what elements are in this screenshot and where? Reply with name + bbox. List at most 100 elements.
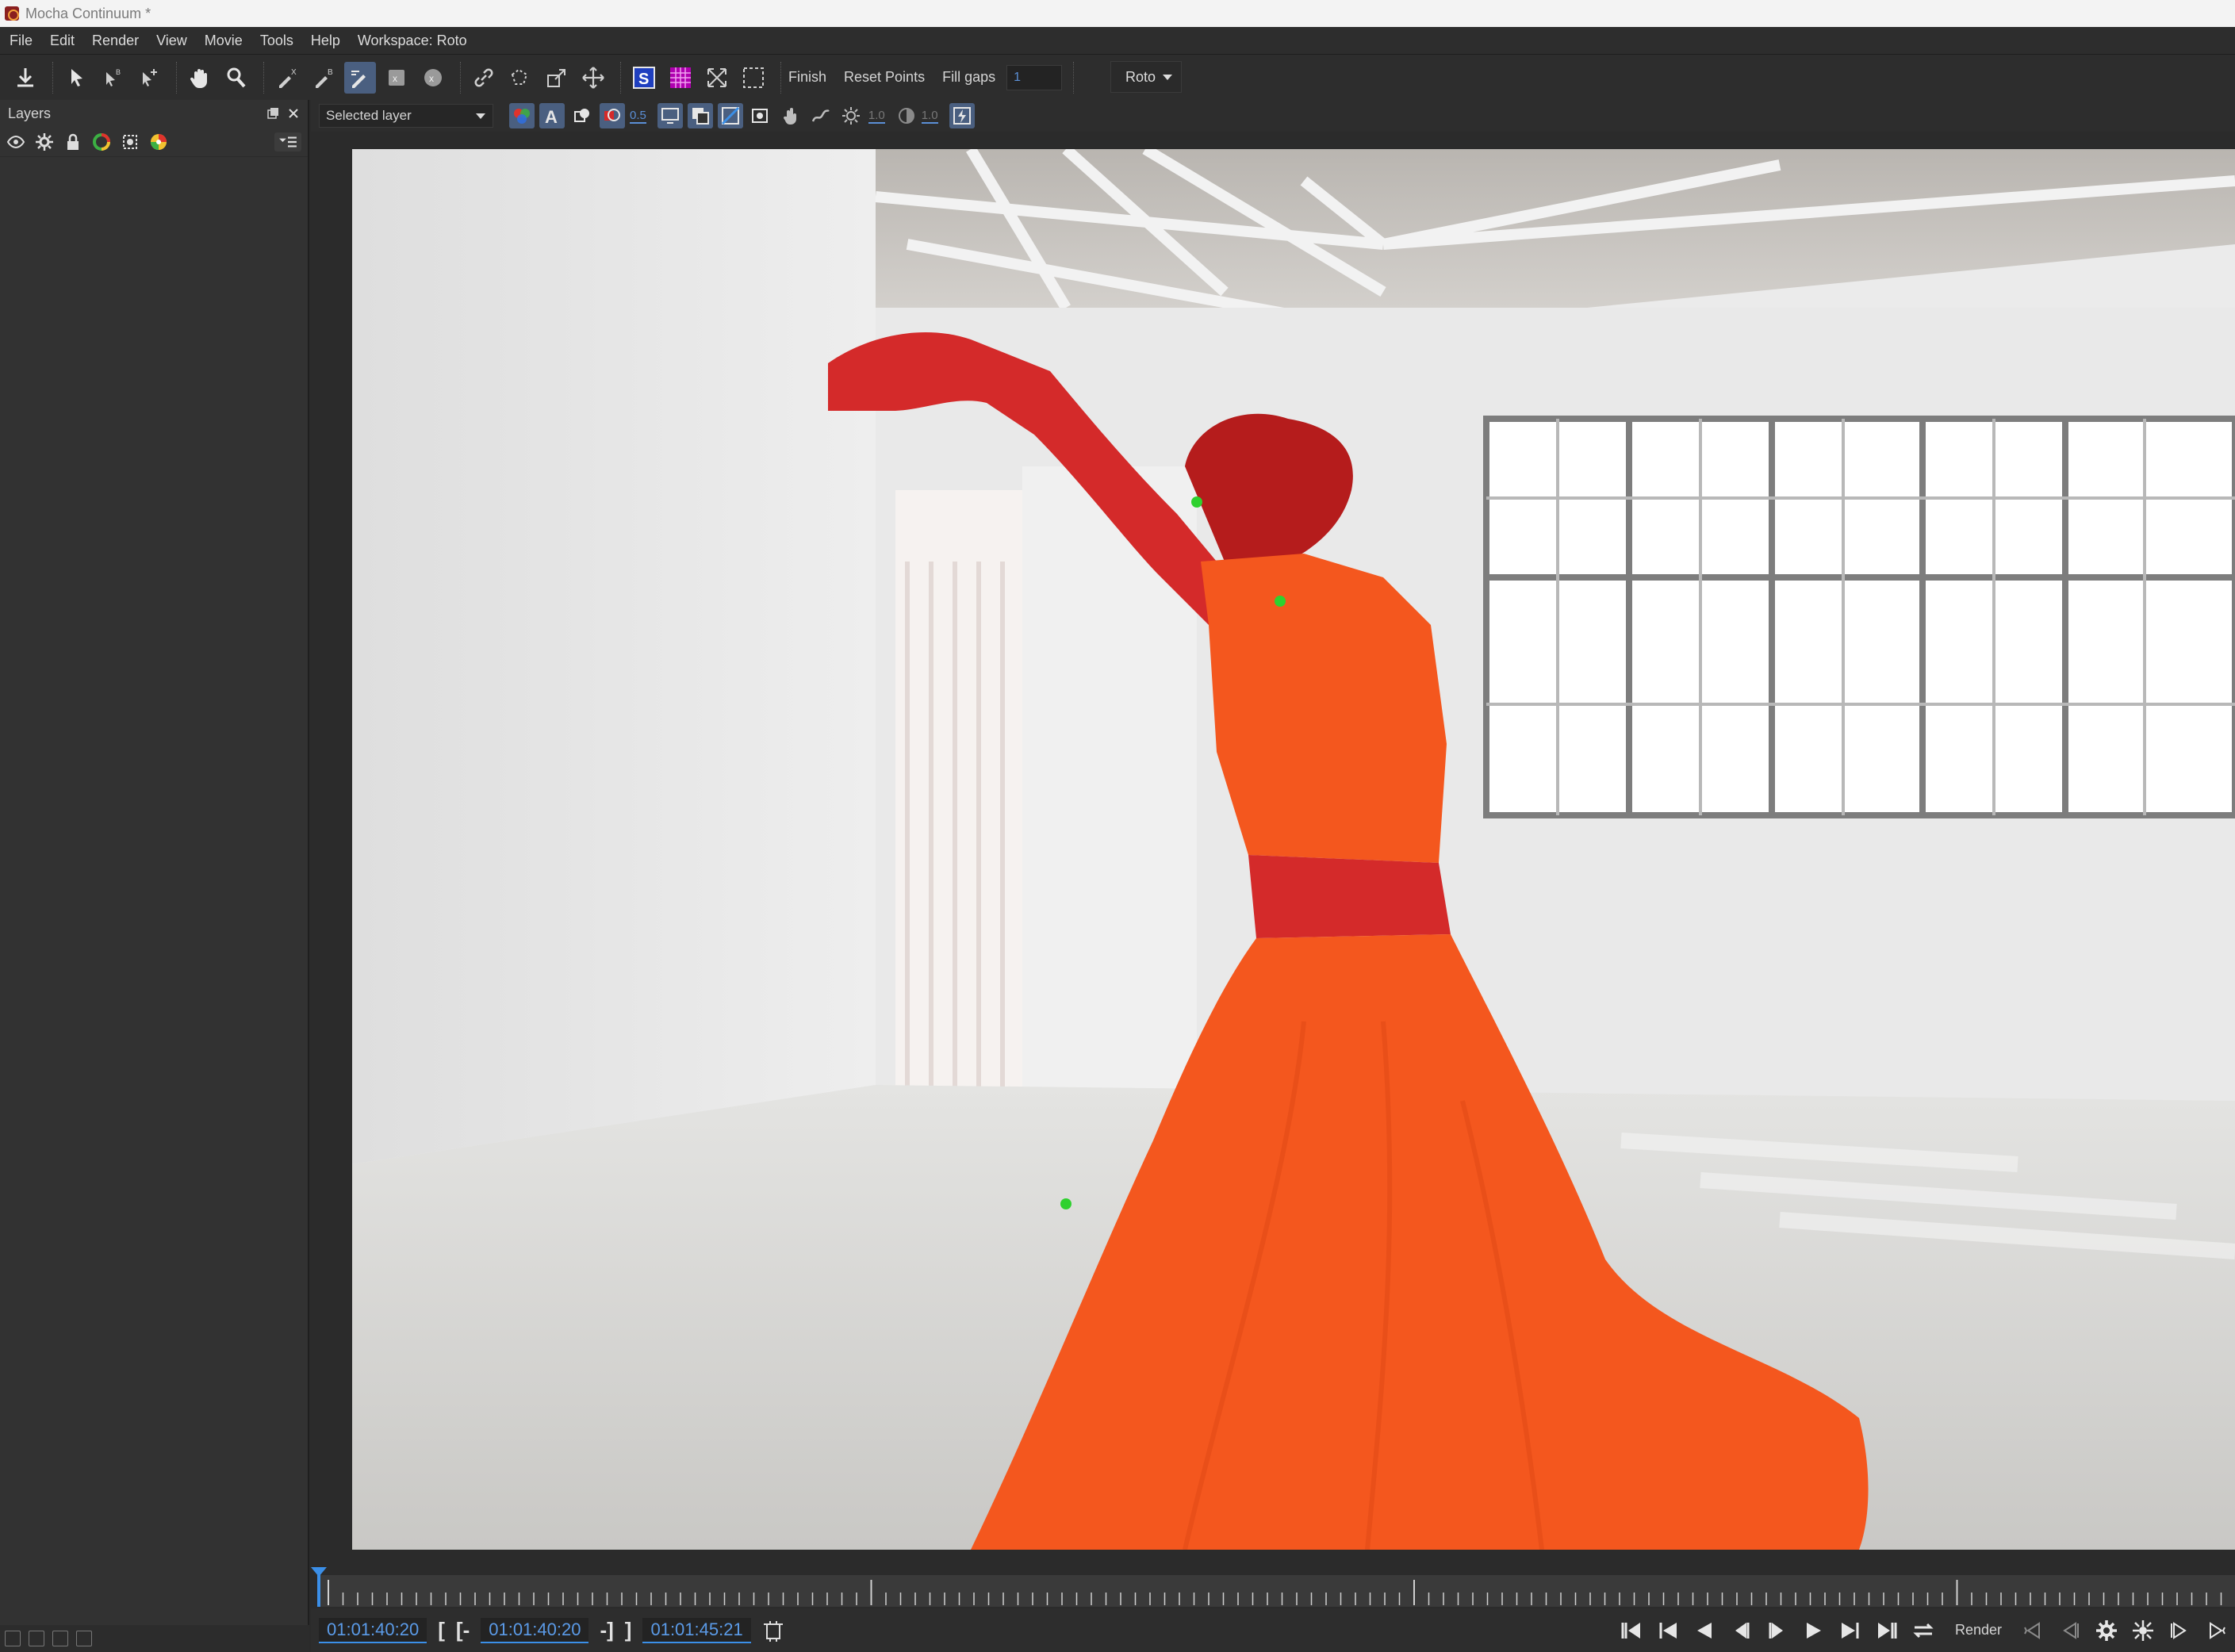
go-to-out-point-button[interactable]: -] — [600, 1618, 613, 1642]
footage-frame — [352, 149, 2235, 1550]
duplicate-layer-icon[interactable] — [52, 1631, 68, 1646]
view-layers-button[interactable] — [509, 103, 535, 128]
motion-path-button[interactable] — [808, 103, 834, 128]
area-brush-tool-button[interactable]: x — [381, 62, 412, 94]
menu-workspace[interactable]: Workspace: Roto — [358, 33, 467, 49]
reset-points-button[interactable]: Reset Points — [844, 69, 925, 86]
render-forward-button[interactable] — [2200, 1615, 2232, 1646]
menu-edit[interactable]: Edit — [50, 33, 75, 49]
matte-cog-icon[interactable] — [121, 132, 140, 151]
render-settings-button[interactable] — [2091, 1615, 2122, 1646]
color-wheel-icon[interactable] — [92, 132, 111, 151]
selection-area-button[interactable] — [738, 62, 769, 94]
select-tool-button[interactable] — [60, 62, 92, 94]
current-time-field[interactable]: 01:01:40:20 — [319, 1617, 427, 1643]
new-layer-icon[interactable] — [5, 1631, 21, 1646]
tracking-point[interactable] — [1275, 596, 1286, 607]
pen-x-icon: X — [279, 68, 297, 88]
render-preview-button[interactable] — [949, 103, 975, 128]
save-download-button[interactable] — [10, 62, 41, 94]
clip-range-icon[interactable] — [762, 1619, 784, 1642]
select-bspline-tool-button[interactable]: B — [97, 62, 128, 94]
go-to-end-button[interactable] — [1871, 1615, 1903, 1646]
render-frame-backward-button[interactable] — [2054, 1615, 2086, 1646]
step-forward-button[interactable] — [1762, 1615, 1793, 1646]
menu-tools[interactable]: Tools — [260, 33, 293, 49]
scale-tool-button[interactable] — [541, 62, 573, 94]
track-hand-button[interactable] — [778, 103, 803, 128]
finish-button[interactable]: Finish — [788, 69, 826, 86]
layer-group-icon[interactable] — [29, 1631, 44, 1646]
show-outlines-button[interactable] — [569, 103, 595, 128]
view-alpha-button[interactable]: A — [539, 103, 565, 128]
trash-icon[interactable] — [76, 1631, 92, 1646]
workspace-select[interactable]: Roto — [1110, 61, 1182, 93]
layer-select-dropdown[interactable]: Selected layer — [319, 104, 493, 128]
add-point-tool-button[interactable] — [133, 62, 165, 94]
go-to-in-point-button[interactable]: [- — [456, 1618, 470, 1642]
out-point-field[interactable]: 01:01:45:21 — [642, 1617, 751, 1643]
matte-opacity-value[interactable]: 0.5 — [630, 109, 646, 124]
tracking-point[interactable] — [1191, 496, 1202, 508]
previous-keyframe-button[interactable] — [1652, 1615, 1684, 1646]
menu-view[interactable]: View — [156, 33, 187, 49]
render-backward-button[interactable] — [2018, 1615, 2049, 1646]
step-backward-button[interactable] — [1725, 1615, 1757, 1646]
xspline-tool-button[interactable]: X — [271, 62, 303, 94]
view-mode-3-button[interactable] — [717, 103, 743, 128]
menu-movie[interactable]: Movie — [205, 33, 243, 49]
tracking-point[interactable] — [1060, 1198, 1071, 1209]
contrast-icon[interactable] — [896, 105, 917, 126]
playhead-marker[interactable] — [311, 1567, 327, 1607]
link-tool-button[interactable] — [468, 62, 500, 94]
grid-button[interactable] — [665, 62, 696, 94]
layers-options-button[interactable] — [274, 132, 301, 151]
view-mode-1-button[interactable] — [657, 103, 683, 128]
view-mode-2-button[interactable] — [687, 103, 713, 128]
menu-file[interactable]: File — [10, 33, 33, 49]
visibility-eye-icon[interactable] — [6, 132, 25, 151]
menu-render[interactable]: Render — [92, 33, 139, 49]
render-all-button[interactable] — [2127, 1615, 2159, 1646]
render-frame-forward-button[interactable] — [2164, 1615, 2195, 1646]
snapshot-button[interactable] — [748, 103, 773, 128]
fit-view-button[interactable] — [701, 62, 733, 94]
zoom-tool-button[interactable] — [220, 62, 252, 94]
gain-value[interactable]: 1.0 — [868, 109, 885, 124]
layers-column-icons — [0, 127, 308, 157]
go-to-start-button[interactable] — [1616, 1615, 1647, 1646]
cog-icon[interactable] — [35, 132, 54, 151]
loop-mode-button[interactable] — [1907, 1615, 1939, 1646]
viewer-canvas[interactable] — [352, 149, 2235, 1550]
viewer-panel[interactable] — [311, 132, 2235, 1569]
float-panel-icon[interactable] — [266, 107, 279, 120]
pan-tool-button[interactable] — [184, 62, 216, 94]
pointer-icon — [71, 68, 82, 86]
surface-button[interactable]: S — [628, 62, 660, 94]
fill-gaps-input[interactable]: 1 — [1006, 64, 1063, 90]
play-backward-button[interactable] — [1689, 1615, 1720, 1646]
timeline-ruler[interactable] — [319, 1575, 2235, 1607]
lightning-frame-icon — [953, 107, 971, 125]
timeline[interactable] — [311, 1567, 2235, 1608]
play-forward-button[interactable] — [1798, 1615, 1830, 1646]
set-in-point-button[interactable]: [ — [438, 1618, 445, 1642]
contrast-value[interactable]: 1.0 — [921, 109, 938, 124]
set-out-point-button[interactable]: ] — [625, 1618, 632, 1642]
in-point-field[interactable]: 01:01:40:20 — [481, 1617, 589, 1643]
menu-help[interactable]: Help — [311, 33, 340, 49]
lock-icon[interactable] — [63, 132, 82, 151]
attach-spline-button[interactable] — [504, 62, 536, 94]
sun-icon — [841, 107, 860, 125]
brush-circle-icon: x — [424, 68, 442, 86]
layers-panel-title: Layers — [8, 105, 52, 121]
move-tool-button[interactable] — [577, 62, 609, 94]
bspline-tool-button[interactable]: B — [308, 62, 339, 94]
brightness-button[interactable] — [838, 103, 864, 128]
magnetic-spline-tool-button[interactable] — [344, 61, 376, 94]
next-keyframe-button[interactable] — [1834, 1615, 1866, 1646]
overlay-matte-button[interactable] — [600, 103, 625, 128]
erase-brush-tool-button[interactable]: x — [417, 62, 449, 94]
matte-color-icon[interactable] — [149, 132, 168, 151]
close-panel-icon[interactable] — [287, 107, 300, 120]
